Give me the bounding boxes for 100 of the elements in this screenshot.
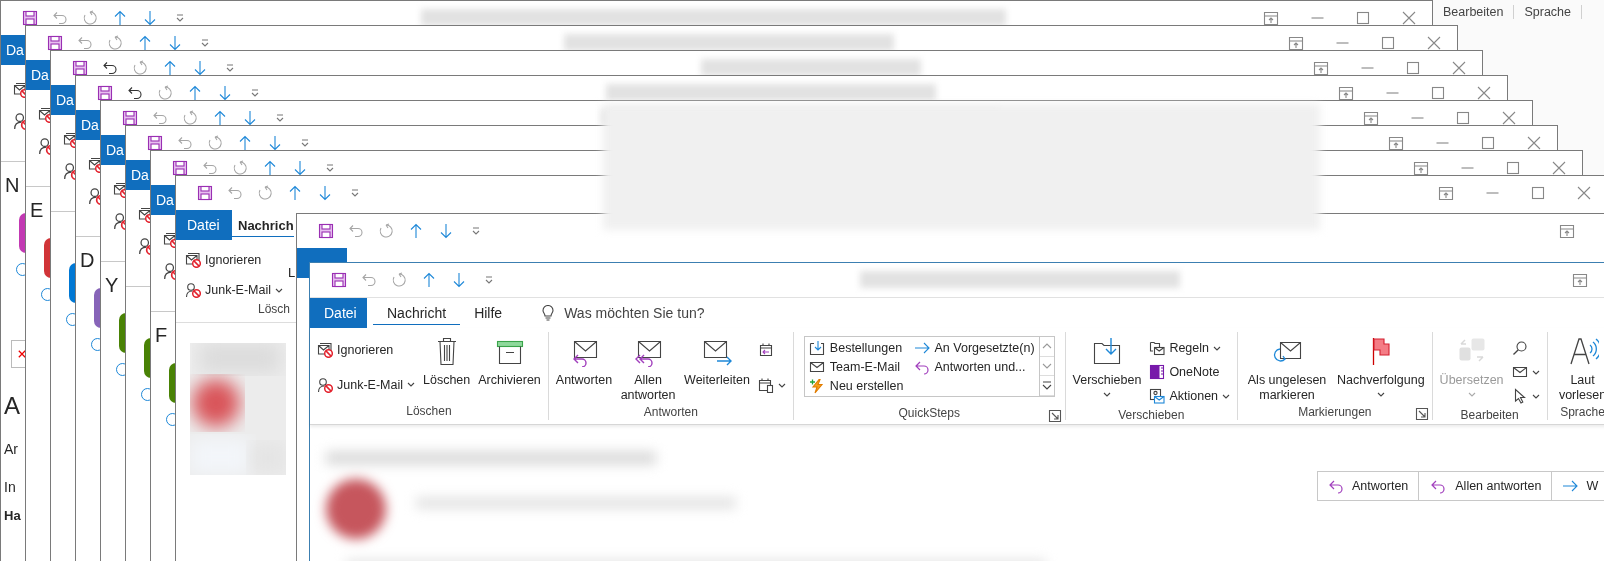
minimize-icon <box>1460 167 1474 169</box>
blocked-person-icon <box>317 376 333 393</box>
ribbon-button[interactable]: Aktionen <box>1146 384 1234 408</box>
ribbon-button[interactable]: Ignorieren <box>314 337 418 362</box>
restore-icon <box>1363 110 1379 126</box>
file-tab[interactable]: Da <box>126 160 151 190</box>
message-heading: N <box>5 173 20 197</box>
reply-button[interactable]: Antworten <box>1317 471 1420 501</box>
quickstep-item[interactable]: Bestellungen <box>808 338 904 357</box>
quickstep-item[interactable]: Team-E-Mail <box>808 357 904 376</box>
tell-me-field[interactable]: Was möchten Sie tun? <box>540 305 715 321</box>
ribbon-tab[interactable]: Nachrich <box>232 210 294 240</box>
maximize-icon <box>1355 10 1371 26</box>
reply-button[interactable]: Allen antworten <box>1418 471 1553 501</box>
close-icon <box>1576 185 1592 201</box>
ribbon-group-label: Sprache <box>1560 404 1604 419</box>
file-tab[interactable]: Da <box>26 60 51 90</box>
ribbon-button[interactable]: Verschieben <box>1069 332 1145 408</box>
close-icon <box>1476 85 1492 101</box>
file-tab[interactable]: Da <box>51 85 76 115</box>
file-tab[interactable]: Da <box>151 185 176 215</box>
down-arrow-icon <box>192 60 208 76</box>
message-title: A <box>4 392 20 420</box>
blocked-person-icon <box>185 282 201 298</box>
ribbon-tab[interactable]: Nachricht <box>373 298 461 328</box>
broken-image-icon <box>18 350 26 358</box>
reply-button[interactable]: W <box>1551 471 1604 501</box>
right-arrow-icon <box>1562 478 1579 494</box>
ribbon-button[interactable]: Antworten <box>552 332 616 403</box>
file-tab[interactable]: Da <box>76 110 101 140</box>
ribbon-button[interactable]: Weiterleiten <box>681 332 753 403</box>
restore-icon <box>1288 35 1304 51</box>
up-arrow-icon <box>112 10 128 26</box>
quickstep-item[interactable]: Antworten und... <box>913 357 1035 376</box>
quickstep-item[interactable]: Neu erstellen <box>808 376 904 395</box>
ribbon-button[interactable]: Als ungelesen markieren <box>1242 332 1333 403</box>
message-text: In <box>4 478 16 496</box>
up-arrow-icon <box>421 272 437 288</box>
ribbon-group-label: Löschen <box>406 404 452 418</box>
minimize-icon <box>1485 192 1499 194</box>
ribbon-tab[interactable]: Hilfe <box>460 298 517 328</box>
caret-icon <box>1103 392 1111 397</box>
minimize-icon <box>1410 117 1424 119</box>
restore-icon <box>1572 272 1588 288</box>
launcher-icon <box>1046 408 1063 424</box>
close-icon <box>1401 10 1417 26</box>
caret-icon <box>1531 369 1540 375</box>
ribbon-button[interactable]: Allen antworten <box>617 332 680 403</box>
notebook-icon <box>1149 364 1166 380</box>
up-arrow-icon <box>137 35 153 51</box>
file-tab[interactable]: Datei <box>176 210 232 240</box>
message-heading: D <box>80 248 95 272</box>
up-arrow-icon <box>212 110 228 126</box>
redo-icon <box>182 110 198 126</box>
file-tab[interactable]: Da <box>1 35 26 65</box>
ribbon-button[interactable]: Löschen <box>420 332 474 402</box>
redo-icon <box>82 10 98 26</box>
maximize-icon <box>1505 160 1521 176</box>
launcher-icon <box>1413 406 1430 422</box>
ribbon-button[interactable]: Archivieren <box>475 332 544 402</box>
minimize-icon <box>1435 142 1449 144</box>
minimize-icon <box>1310 17 1324 19</box>
ribbon-button[interactable]: Regeln <box>1146 336 1234 360</box>
message-text: Ar <box>4 440 18 458</box>
down-arrow-icon <box>451 272 467 288</box>
file-tab[interactable]: Datei <box>310 298 367 328</box>
maximize-icon <box>1530 185 1546 201</box>
ribbon-button[interactable]: L <box>288 265 296 280</box>
close-icon <box>1426 35 1442 51</box>
ribbon-button[interactable]: Junk-E-Mail <box>182 278 286 302</box>
restore-icon <box>1313 60 1329 76</box>
down-arrow-icon <box>292 160 308 176</box>
file-tab[interactable]: Da <box>101 135 126 165</box>
down-arrow-icon <box>242 110 258 126</box>
reply-arrow-icon <box>1328 478 1344 494</box>
up-arrow-icon <box>262 160 278 176</box>
down-arrow-icon <box>317 185 333 201</box>
quickstep-item[interactable]: An Vorgesetzte(n) <box>913 338 1035 357</box>
ribbon-button[interactable]: Nachverfolgung <box>1334 332 1428 403</box>
ribbon-group-label: Markierungen <box>1298 404 1372 419</box>
maximize-icon <box>1480 135 1496 151</box>
restore-icon <box>1388 135 1404 151</box>
up-arrow-icon <box>237 135 253 151</box>
up-arrow-icon <box>408 223 424 239</box>
ribbon-button[interactable]: Junk-E-Mail <box>314 372 418 397</box>
restore-icon <box>1338 85 1354 101</box>
up-arrow-icon <box>162 60 178 76</box>
maximize-icon <box>1455 110 1471 126</box>
close-icon <box>1451 60 1467 76</box>
save-icon <box>197 185 213 201</box>
up-arrow-icon <box>287 185 303 201</box>
caret-icon <box>1222 393 1231 399</box>
close-icon <box>1526 135 1542 151</box>
minimize-icon <box>1385 92 1399 94</box>
ribbon-button[interactable]: Ignorieren <box>182 248 286 272</box>
redo-icon <box>378 223 394 239</box>
up-arrow-icon <box>187 85 203 101</box>
message-heading: Y <box>105 273 119 297</box>
down-arrow-icon <box>438 223 454 239</box>
ribbon-button[interactable]: OneNote <box>1146 360 1234 384</box>
